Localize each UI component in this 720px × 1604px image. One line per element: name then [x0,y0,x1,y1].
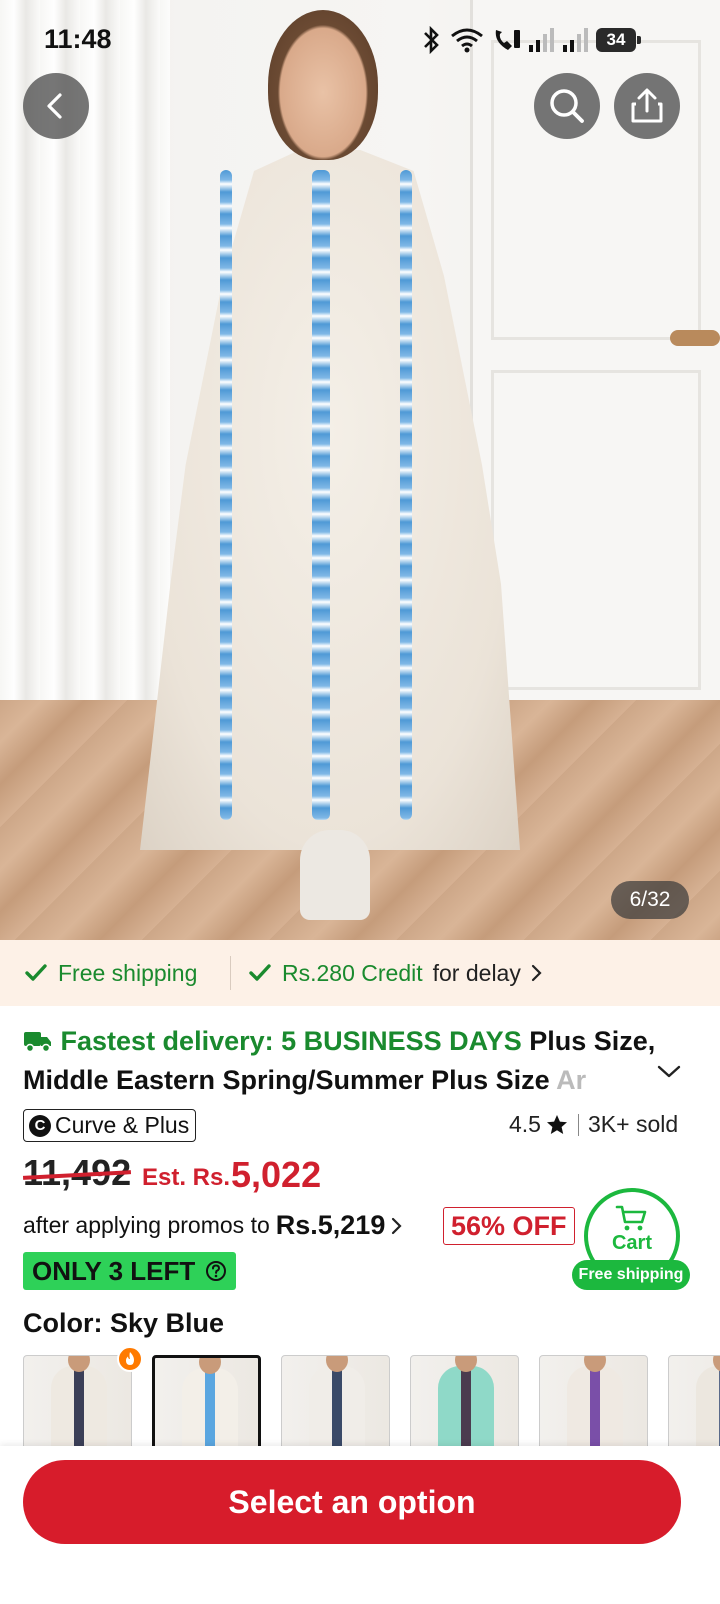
original-price: 11,492 [23,1152,132,1193]
signal-icon [563,28,588,52]
credit-amount: Rs.280 Credit [282,959,423,986]
wifi-icon [451,28,483,53]
dress-trim [220,170,232,820]
est-price-value: 5,022 [231,1154,322,1195]
stock-badge[interactable]: ONLY 3 LEFT [23,1252,237,1290]
call-signal-icon [495,30,520,50]
status-icons: 34 [418,26,641,54]
title-line2: Middle Eastern Spring/Summer Plus Size [23,1065,557,1095]
signal-icon [529,28,554,52]
check-icon [25,964,47,981]
color-swatch-selected[interactable] [152,1355,261,1450]
shipping-strip[interactable]: Free shipping Rs.280 Credit for delay [0,940,720,1006]
promo-line[interactable]: after applying promos to Rs.5,219 [23,1210,403,1241]
title-line1: Plus Size, [529,1026,656,1056]
chevron-left-icon [47,93,62,119]
divider [577,1113,579,1136]
color-swatch[interactable] [539,1355,648,1450]
stock-text: ONLY 3 LEFT [32,1255,196,1286]
color-swatch[interactable] [410,1355,519,1450]
sold-count: 3K+ sold [587,1111,679,1137]
delay-credit-item[interactable]: Rs.280 Credit for delay [248,940,543,1006]
rating-summary[interactable]: 4.5 3K+ sold [509,1111,678,1138]
expand-title-button[interactable] [656,1064,682,1085]
status-bar: 11:48 34 [0,0,720,80]
est-price-label: Est. Rs. [142,1164,231,1191]
chevron-right-icon [531,964,542,982]
credit-suffix: for delay [432,959,521,986]
color-swatch[interactable] [23,1355,132,1450]
search-icon [550,89,584,123]
fire-icon [117,1346,143,1372]
color-swatch[interactable] [281,1355,390,1450]
search-button[interactable] [534,73,600,139]
back-button[interactable] [23,73,89,139]
cart-label: Cart [611,1232,652,1254]
color-swatch[interactable] [668,1355,720,1450]
door-handle [670,330,720,346]
promo-prefix: after applying promos to [23,1212,270,1238]
brand-name: Curve & Plus [55,1112,190,1138]
discount-badge: 56% OFF [443,1207,575,1245]
title-fade: Ar [556,1065,587,1095]
free-shipping-label: Free shipping [58,959,198,986]
fast-delivery-text: Fastest delivery: 5 BUSINESS DAYS [60,1026,522,1056]
check-icon [249,964,271,981]
dress [140,150,520,850]
divider [230,956,231,990]
brand-tag[interactable]: C Curve & Plus [23,1109,197,1142]
model-shoes [300,830,370,920]
delivery-truck-icon [24,1032,51,1053]
dress-trim [400,170,412,820]
free-shipping-item: Free shipping [24,940,197,1006]
product-title[interactable]: Fastest delivery: 5 BUSINESS DAYS Plus S… [23,1022,683,1100]
share-icon [631,88,663,123]
status-time: 11:48 [44,24,112,54]
chevron-down-icon [657,1065,681,1078]
help-icon [206,1261,227,1281]
brand-logo-icon: C [29,1114,51,1137]
share-button[interactable] [614,73,680,139]
image-counter: 6/32 [611,881,689,919]
star-icon [546,1114,567,1134]
bluetooth-icon [424,26,439,54]
dress-trim [312,170,330,820]
rating-value: 4.5 [509,1111,541,1137]
promo-price: Rs.5,219 [275,1210,386,1240]
chevron-right-icon [392,1217,402,1234]
cart-icon [615,1205,647,1231]
cart-free-shipping-badge: Free shipping [572,1260,690,1290]
battery-indicator: 34 [596,28,641,52]
select-option-button[interactable]: Select an option [23,1460,681,1544]
product-image[interactable] [0,0,720,960]
color-label: Color: Sky Blue [23,1308,225,1338]
